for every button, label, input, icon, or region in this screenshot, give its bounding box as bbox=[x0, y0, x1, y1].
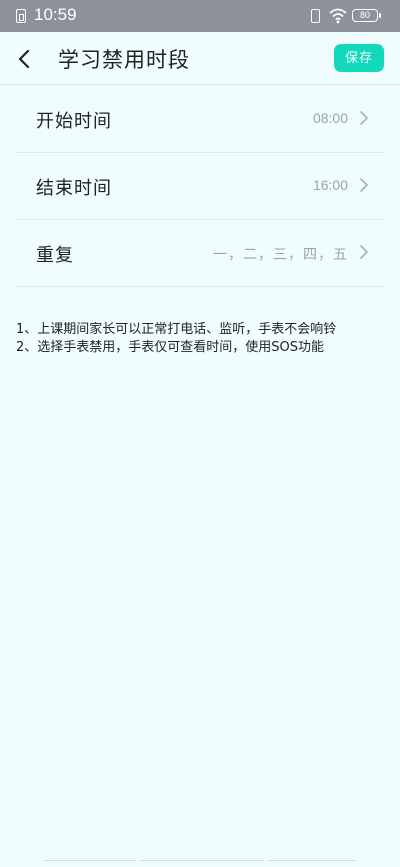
save-button[interactable]: 保存 bbox=[334, 44, 384, 72]
battery-icon: 80 bbox=[352, 9, 381, 22]
row-label: 开始时间 bbox=[36, 111, 112, 132]
wifi-icon bbox=[329, 8, 347, 24]
status-time: 10:59 bbox=[34, 5, 77, 24]
settings-list: 开始时间 08:00 结束时间 16:00 重复 一，二，三，四，五 bbox=[16, 86, 384, 287]
bottom-divider bbox=[44, 860, 136, 861]
repeat-row[interactable]: 重复 一，二，三，四，五 bbox=[16, 220, 384, 287]
chevron-right-icon bbox=[360, 178, 368, 192]
vibrate-icon bbox=[311, 9, 320, 23]
back-arrow-icon[interactable] bbox=[14, 48, 36, 70]
repeat-days-value: 一，二，三，四，五 bbox=[213, 247, 348, 263]
sim-card-icon bbox=[16, 9, 26, 23]
bottom-divider bbox=[268, 860, 356, 861]
row-label: 重复 bbox=[36, 245, 74, 266]
end-time-row[interactable]: 结束时间 16:00 bbox=[16, 153, 384, 220]
header-divider bbox=[0, 84, 400, 85]
nav-header: 学习禁用时段 保存 bbox=[0, 32, 400, 86]
notes: 1、上课期间家长可以正常打电话、监听，手表不会响铃 2、选择手表禁用，手表仅可查… bbox=[16, 321, 386, 357]
note-line: 1、上课期间家长可以正常打电话、监听，手表不会响铃 bbox=[16, 322, 337, 337]
start-time-row[interactable]: 开始时间 08:00 bbox=[16, 86, 384, 153]
chevron-right-icon bbox=[360, 111, 368, 125]
start-time-value: 08:00 bbox=[312, 110, 348, 126]
bottom-divider bbox=[140, 860, 264, 861]
note-line: 2、选择手表禁用，手表仅可查看时间，使用SOS功能 bbox=[16, 340, 325, 355]
end-time-value: 16:00 bbox=[312, 177, 348, 193]
chevron-right-icon bbox=[360, 245, 368, 259]
page-title: 学习禁用时段 bbox=[58, 48, 190, 72]
row-label: 结束时间 bbox=[36, 178, 112, 199]
status-bar: 10:59 80 bbox=[0, 0, 400, 32]
